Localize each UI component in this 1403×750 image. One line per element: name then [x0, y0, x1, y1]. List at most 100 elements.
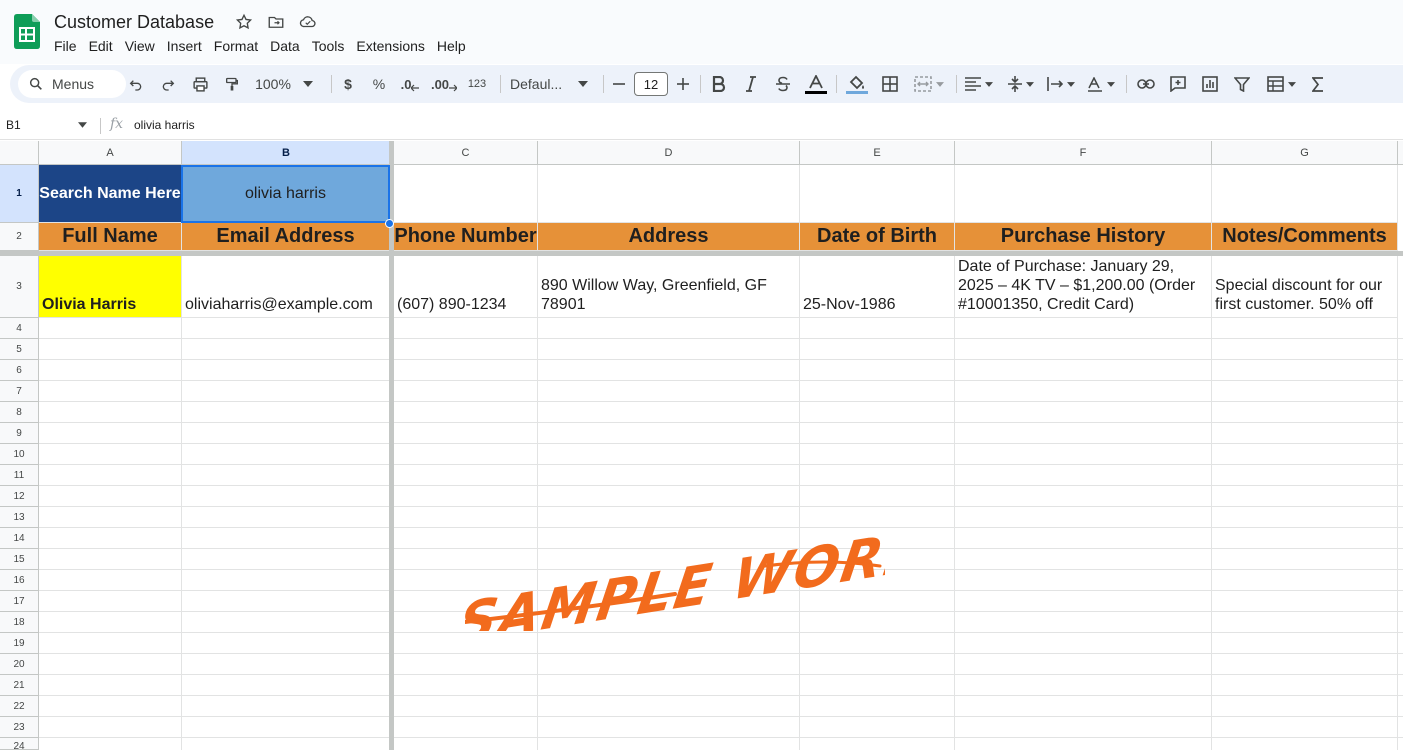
fill-handle[interactable]	[385, 219, 394, 228]
chevron-down-icon[interactable]	[78, 122, 87, 128]
insert-link-icon[interactable]	[1134, 65, 1158, 103]
functions-sigma-icon[interactable]	[1306, 65, 1330, 103]
percent-format-button[interactable]: %	[367, 65, 391, 103]
cell-notes[interactable]: Special discount for our first customer.…	[1212, 256, 1398, 318]
borders-icon[interactable]	[878, 65, 902, 103]
cell-dob[interactable]: 25-Nov-1986	[800, 256, 955, 318]
column-header-b[interactable]: B	[182, 141, 391, 165]
cell-full-name[interactable]: Olivia Harris	[39, 256, 182, 318]
insert-chart-icon[interactable]	[1198, 65, 1222, 103]
cell-d1[interactable]	[538, 165, 800, 223]
column-header-f[interactable]: F	[955, 141, 1212, 165]
menus-search[interactable]: Menus	[18, 70, 126, 98]
row-header-15[interactable]: 15	[0, 549, 39, 570]
text-wrapping-icon[interactable]	[1044, 65, 1078, 103]
more-formats-button[interactable]: 123	[462, 65, 492, 103]
document-title[interactable]: Customer Database	[54, 10, 214, 34]
column-header-d[interactable]: D	[538, 141, 800, 165]
row-header-1[interactable]: 1	[0, 165, 39, 223]
paint-format-icon[interactable]	[220, 65, 244, 103]
text-rotation-icon[interactable]	[1084, 65, 1118, 103]
row-header-22[interactable]: 22	[0, 696, 39, 717]
column-header-a[interactable]: A	[39, 141, 182, 165]
menu-extensions[interactable]: Extensions	[350, 36, 430, 56]
row-header-4[interactable]: 4	[0, 318, 39, 339]
menu-format[interactable]: Format	[208, 36, 264, 56]
menu-help[interactable]: Help	[431, 36, 472, 56]
table-view-icon[interactable]	[1262, 65, 1300, 103]
row-header-2[interactable]: 2	[0, 223, 39, 251]
cell-c1[interactable]	[394, 165, 538, 223]
move-folder-icon[interactable]	[266, 12, 286, 32]
row-header-11[interactable]: 11	[0, 465, 39, 486]
column-header-g[interactable]: G	[1212, 141, 1398, 165]
vertical-align-icon[interactable]	[1004, 65, 1038, 103]
select-all-corner[interactable]	[0, 141, 39, 165]
menu-tools[interactable]: Tools	[306, 36, 351, 56]
menu-file[interactable]: File	[48, 36, 83, 56]
row-header-5[interactable]: 5	[0, 339, 39, 360]
text-color-icon[interactable]	[803, 65, 829, 103]
row-header-9[interactable]: 9	[0, 423, 39, 444]
increase-font-size-icon[interactable]	[673, 65, 693, 103]
column-header-e[interactable]: E	[800, 141, 955, 165]
insert-comment-icon[interactable]	[1166, 65, 1190, 103]
merge-cells-icon[interactable]	[908, 65, 950, 103]
row-header-12[interactable]: 12	[0, 486, 39, 507]
row-header-20[interactable]: 20	[0, 654, 39, 675]
font-family-select[interactable]: Defaul...	[506, 65, 592, 103]
strikethrough-icon[interactable]	[771, 65, 795, 103]
decrease-font-size-icon[interactable]	[609, 65, 629, 103]
frozen-column-divider[interactable]	[389, 141, 394, 750]
font-size-input[interactable]: 12	[634, 72, 668, 96]
row-header-13[interactable]: 13	[0, 507, 39, 528]
cell-e1[interactable]	[800, 165, 955, 223]
row-header-18[interactable]: 18	[0, 612, 39, 633]
search-label-cell[interactable]: Search Name Here	[39, 165, 182, 223]
filter-icon[interactable]	[1230, 65, 1254, 103]
star-icon[interactable]	[234, 12, 254, 32]
row-header-3[interactable]: 3	[0, 256, 39, 318]
menu-edit[interactable]: Edit	[83, 36, 119, 56]
header-address[interactable]: Address	[538, 223, 800, 251]
bold-icon[interactable]	[707, 65, 731, 103]
italic-icon[interactable]	[739, 65, 763, 103]
row-header-24[interactable]: 24	[0, 738, 39, 750]
row-header-23[interactable]: 23	[0, 717, 39, 738]
row-header-17[interactable]: 17	[0, 591, 39, 612]
header-email-address[interactable]: Email Address	[182, 223, 390, 251]
horizontal-align-icon[interactable]	[962, 65, 996, 103]
cell-phone[interactable]: (607) 890-1234	[394, 256, 538, 318]
cloud-saved-icon[interactable]	[298, 12, 318, 32]
frozen-row-divider[interactable]	[0, 251, 1403, 256]
print-icon[interactable]	[188, 65, 212, 103]
row-header-14[interactable]: 14	[0, 528, 39, 549]
row-header-16[interactable]: 16	[0, 570, 39, 591]
row-header-6[interactable]: 6	[0, 360, 39, 381]
cell-g1[interactable]	[1212, 165, 1398, 223]
name-box[interactable]: B1	[6, 118, 21, 132]
cell-address[interactable]: 890 Willow Way, Greenfield, GF 78901	[538, 256, 800, 318]
header-purchase-history[interactable]: Purchase History	[955, 223, 1212, 251]
decrease-decimal-button[interactable]: .0	[396, 65, 424, 103]
row-header-7[interactable]: 7	[0, 381, 39, 402]
sheets-logo-icon[interactable]	[14, 14, 40, 49]
header-full-name[interactable]: Full Name	[39, 223, 182, 251]
search-input-cell[interactable]: olivia harris	[182, 165, 390, 223]
row-header-19[interactable]: 19	[0, 633, 39, 654]
header-phone-number[interactable]: Phone Number	[394, 223, 538, 251]
column-header-h[interactable]	[1398, 141, 1403, 165]
menu-data[interactable]: Data	[264, 36, 306, 56]
undo-icon[interactable]	[124, 65, 148, 103]
menu-insert[interactable]: Insert	[161, 36, 208, 56]
header-notes-comments[interactable]: Notes/Comments	[1212, 223, 1398, 251]
row-header-21[interactable]: 21	[0, 675, 39, 696]
cell-purchase-history[interactable]: Date of Purchase: January 29, 2025 – 4K …	[955, 256, 1212, 318]
zoom-select[interactable]: 100%	[248, 65, 320, 103]
row-header-8[interactable]: 8	[0, 402, 39, 423]
cell-f1[interactable]	[955, 165, 1212, 223]
row-header-10[interactable]: 10	[0, 444, 39, 465]
header-date-of-birth[interactable]: Date of Birth	[800, 223, 955, 251]
fill-color-icon[interactable]	[844, 65, 870, 103]
column-header-c[interactable]: C	[394, 141, 538, 165]
